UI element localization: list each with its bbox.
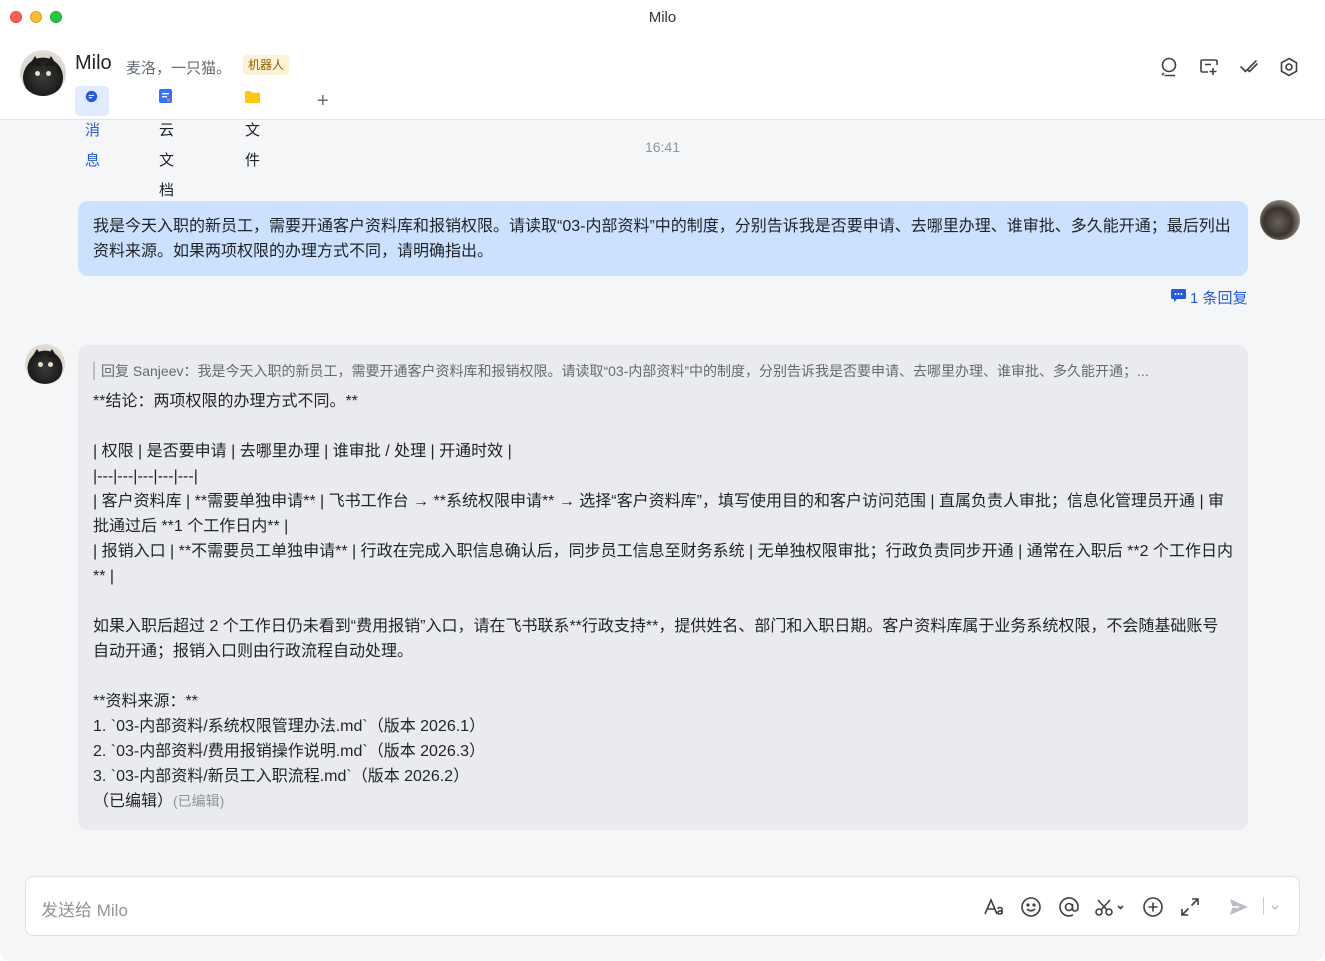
- search-icon[interactable]: [1158, 56, 1180, 78]
- user-message-bubble[interactable]: 我是今天入职的新员工，需要开通客户资料库和报销权限。请读取“03-内部资料”中的…: [78, 201, 1248, 276]
- checkmark-icon[interactable]: [1238, 56, 1260, 78]
- title-bar: Milo: [0, 0, 1325, 36]
- zoom-window-button[interactable]: [50, 11, 62, 23]
- tab-cloud-docs[interactable]: 云文档: [149, 84, 183, 199]
- message-timestamp: 16:41: [644, 139, 681, 155]
- bot-badge: 机器人: [243, 55, 290, 75]
- minimize-window-button[interactable]: [30, 11, 42, 23]
- close-window-button[interactable]: [10, 11, 22, 23]
- tab-messages[interactable]: 消息: [75, 84, 109, 169]
- user-avatar[interactable]: [1260, 200, 1300, 240]
- reply-thread-icon: [1171, 288, 1186, 306]
- composer-input[interactable]: 发送给 Milo: [41, 896, 128, 921]
- tab-files[interactable]: 文件: [235, 84, 271, 169]
- chat-description: 麦洛，一只猫。: [126, 60, 232, 77]
- emoji-icon[interactable]: [1019, 895, 1043, 919]
- reply-quote[interactable]: 回复 Sanjeev：我是今天入职的新员工，需要开通客户资料库和报销权限。请读取…: [93, 362, 1233, 380]
- chat-name[interactable]: Milo: [75, 52, 112, 75]
- folder-icon: [245, 84, 260, 114]
- font-format-icon[interactable]: [982, 895, 1006, 919]
- bot-avatar[interactable]: [25, 344, 65, 384]
- thread-reply-link[interactable]: 1 条回复: [1171, 287, 1248, 308]
- add-tab-button[interactable]: +: [307, 86, 337, 116]
- edited-text: （已编辑）: [93, 793, 174, 810]
- chevron-down-icon[interactable]: [1268, 895, 1282, 919]
- bot-message-text: **结论：两项权限的办理方式不同。** | 权限 | 是否要申请 | 去哪里办理…: [93, 393, 1233, 785]
- mention-icon[interactable]: [1057, 895, 1081, 919]
- add-circle-icon[interactable]: [1141, 895, 1165, 919]
- edited-tag: (已编辑): [173, 793, 225, 809]
- chat-avatar[interactable]: [20, 50, 66, 96]
- app-window: Milo Milo 麦洛，一只猫。 机器人 消息 云文档 文件 + 16:41 …: [0, 0, 1325, 961]
- bot-message-bubble[interactable]: 回复 Sanjeev：我是今天入职的新员工，需要开通客户资料库和报销权限。请读取…: [78, 345, 1248, 830]
- chat-header: Milo 麦洛，一只猫。 机器人 消息 云文档 文件 +: [0, 36, 1325, 199]
- thread-reply-count: 1 条回复: [1190, 290, 1248, 307]
- edited-indicator: （已编辑）(已编辑): [93, 789, 1233, 814]
- message-icon: [85, 84, 98, 114]
- send-icon[interactable]: [1227, 895, 1251, 919]
- settings-icon[interactable]: [1278, 56, 1300, 78]
- window-title: Milo: [648, 9, 677, 26]
- expand-icon[interactable]: [1178, 895, 1202, 919]
- cloud-doc-icon: [159, 84, 172, 114]
- scissors-icon[interactable]: [1094, 895, 1126, 919]
- send-divider: [1263, 897, 1264, 915]
- add-icon: +: [317, 90, 329, 112]
- tab-cloud-docs-label: 云文档: [159, 122, 175, 200]
- message-composer[interactable]: 发送给 Milo: [25, 876, 1300, 936]
- add-screen-icon[interactable]: [1198, 56, 1220, 78]
